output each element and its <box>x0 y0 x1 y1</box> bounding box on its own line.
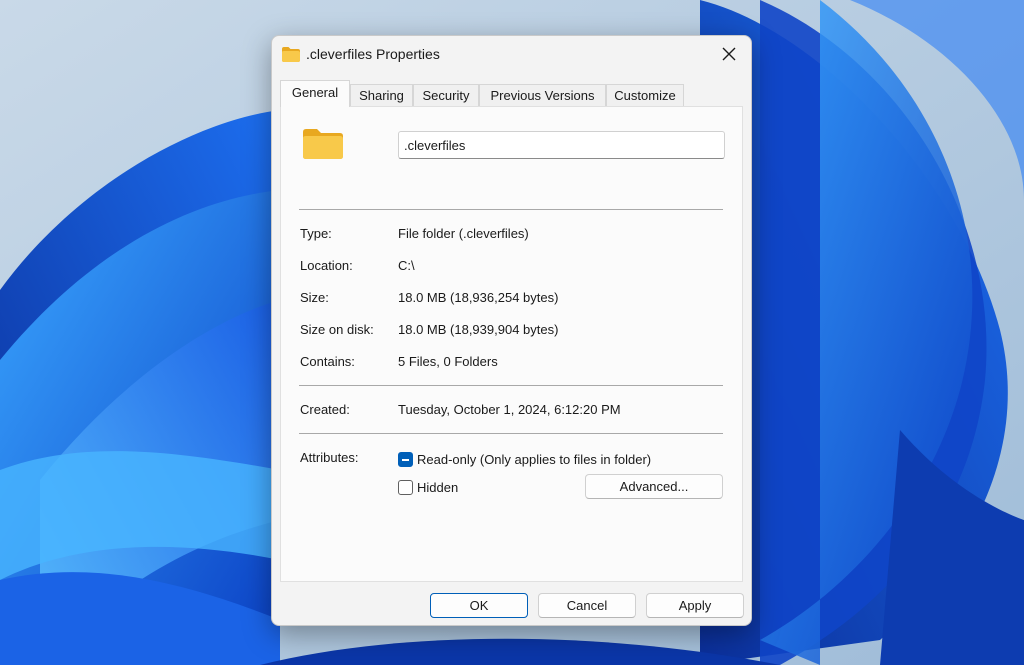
size-on-disk-label: Size on disk: <box>300 322 374 337</box>
folder-name-input[interactable] <box>398 131 725 159</box>
readonly-checkbox[interactable] <box>398 452 413 467</box>
attributes-label: Attributes: <box>300 450 359 465</box>
tab-sharing[interactable]: Sharing <box>350 84 413 106</box>
readonly-checkbox-label[interactable]: Read-only (Only applies to files in fold… <box>417 452 651 467</box>
ok-button[interactable]: OK <box>430 593 528 618</box>
size-on-disk-value: 18.0 MB (18,939,904 bytes) <box>398 322 559 337</box>
tab-customize[interactable]: Customize <box>606 84 684 106</box>
cancel-button[interactable]: Cancel <box>538 593 636 618</box>
tab-previous-versions[interactable]: Previous Versions <box>479 84 606 106</box>
hidden-checkbox-label[interactable]: Hidden <box>417 480 458 495</box>
contains-value: 5 Files, 0 Folders <box>398 354 498 369</box>
folder-icon <box>282 47 300 62</box>
size-value: 18.0 MB (18,936,254 bytes) <box>398 290 559 305</box>
type-value: File folder (.cleverfiles) <box>398 226 529 241</box>
size-label: Size: <box>300 290 329 305</box>
type-label: Type: <box>300 226 332 241</box>
properties-dialog: .cleverfiles Properties General Sharing … <box>271 35 752 626</box>
created-value: Tuesday, October 1, 2024, 6:12:20 PM <box>398 402 621 417</box>
window-title: .cleverfiles Properties <box>306 46 440 62</box>
hidden-checkbox[interactable] <box>398 480 413 495</box>
close-button[interactable] <box>707 36 751 72</box>
tab-general[interactable]: General <box>280 80 350 107</box>
apply-button[interactable]: Apply <box>646 593 744 618</box>
folder-icon <box>303 129 343 159</box>
title-bar: .cleverfiles Properties <box>272 36 751 74</box>
separator <box>299 385 723 386</box>
tab-security[interactable]: Security <box>413 84 479 106</box>
separator <box>299 209 723 210</box>
general-tab-panel: Type: File folder (.cleverfiles) Locatio… <box>280 106 743 582</box>
close-icon <box>722 47 736 61</box>
contains-label: Contains: <box>300 354 355 369</box>
advanced-button[interactable]: Advanced... <box>585 474 723 499</box>
created-label: Created: <box>300 402 350 417</box>
location-value: C:\ <box>398 258 415 273</box>
separator <box>299 433 723 434</box>
location-label: Location: <box>300 258 353 273</box>
